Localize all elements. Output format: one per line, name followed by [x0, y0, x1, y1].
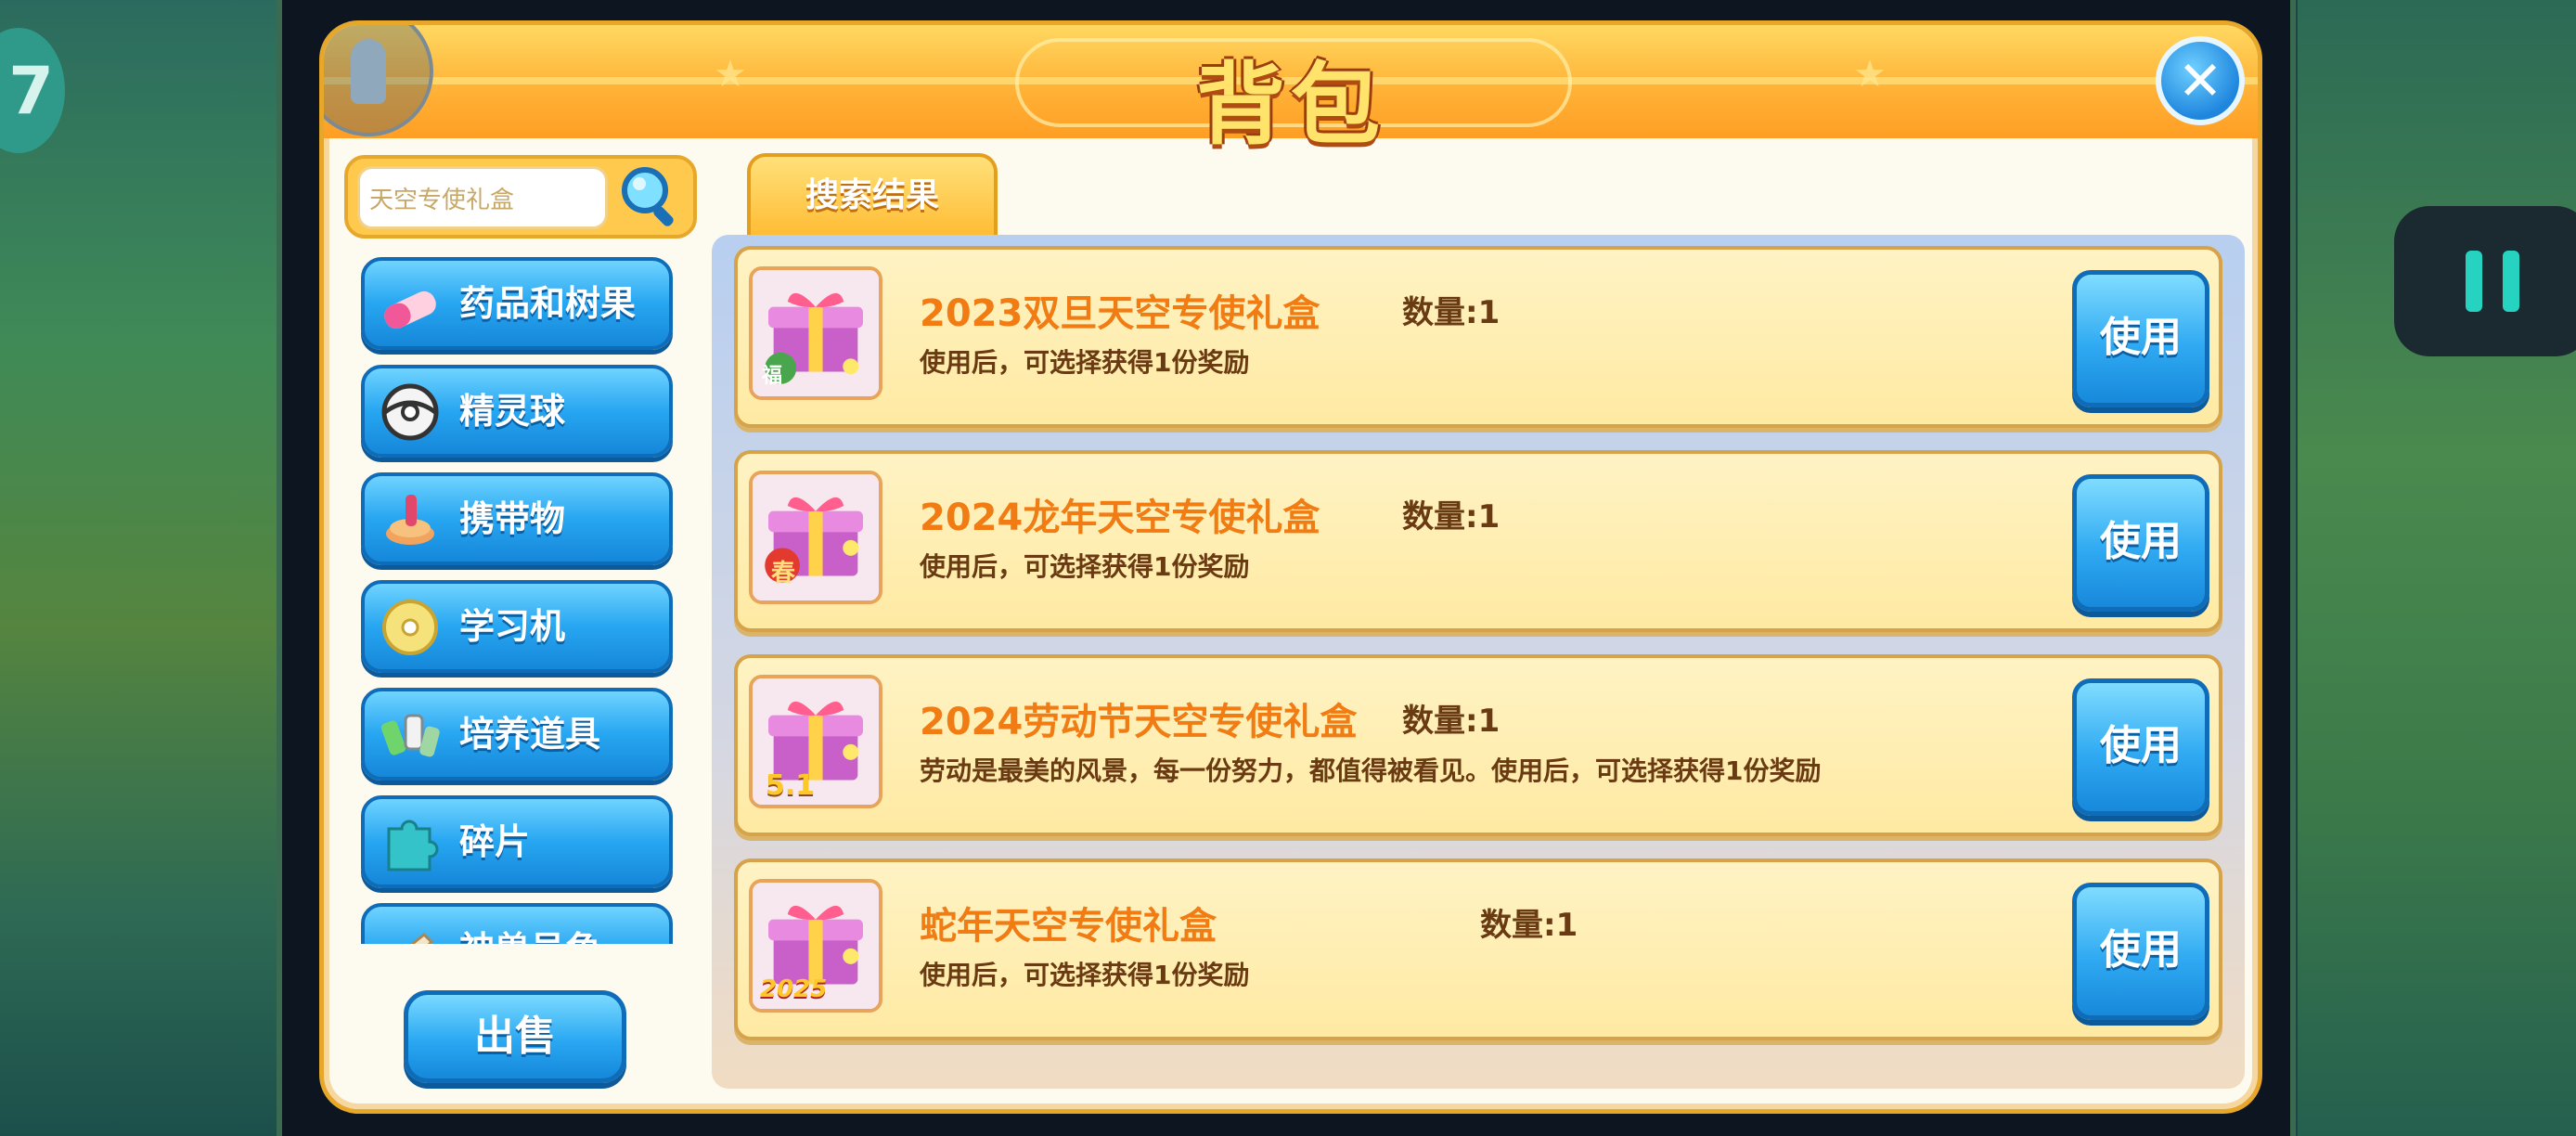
category-label: 精灵球 — [459, 391, 566, 432]
gift-box-icon: 2025 — [749, 879, 882, 1013]
item-list: 福 2023双旦天空专使礼盒 数量:1 使用后，可选择获得1份奖励 使用 春 2… — [712, 235, 2245, 1089]
list-item: 春 2024龙年天空专使礼盒 数量:1 使用后，可选择获得1份奖励 使用 — [734, 450, 2222, 632]
held-item-icon — [386, 495, 434, 545]
medicine-icon — [384, 290, 436, 329]
background-left: 7 — [0, 0, 278, 1136]
category-shard[interactable]: 碎片 — [361, 795, 673, 888]
bag-window: ★ ★ 背包 ✕ 药品和树果 — [277, 0, 2296, 1136]
search-bar — [344, 155, 697, 239]
training-item-icon — [380, 714, 440, 757]
category-pokeball[interactable]: 精灵球 — [361, 365, 673, 458]
use-button[interactable]: 使用 — [2072, 883, 2209, 1020]
disc-icon — [382, 600, 438, 655]
pokeball-icon — [381, 383, 439, 441]
item-name: 2024龙年天空专使礼盒 — [920, 497, 1320, 539]
category-label: 培养道具 — [459, 714, 601, 755]
use-button[interactable]: 使用 — [2072, 270, 2209, 407]
item-quantity: 数量:1 — [1402, 703, 1501, 740]
pause-icon — [2466, 251, 2482, 312]
category-horn[interactable]: 神兽号角 — [361, 903, 673, 944]
category-label: 学习机 — [459, 606, 566, 647]
item-description: 使用后，可选择获得1份奖励 — [920, 347, 1250, 378]
category-tm[interactable]: 学习机 — [361, 580, 673, 673]
gift-box-icon: 5.1 — [749, 675, 882, 808]
list-item: 2025 蛇年天空专使礼盒 数量:1 使用后，可选择获得1份奖励 使用 — [734, 858, 2222, 1040]
list-item: 福 2023双旦天空专使礼盒 数量:1 使用后，可选择获得1份奖励 使用 — [734, 246, 2222, 428]
item-quantity: 数量:1 — [1402, 498, 1501, 536]
category-medicine[interactable]: 药品和树果 — [361, 257, 673, 350]
close-button[interactable]: ✕ — [2156, 36, 2245, 125]
use-button[interactable]: 使用 — [2072, 474, 2209, 612]
item-quantity: 数量:1 — [1402, 294, 1501, 331]
category-training[interactable]: 培养道具 — [361, 688, 673, 781]
category-label: 药品和树果 — [459, 283, 637, 324]
close-icon: ✕ — [2177, 49, 2223, 112]
search-input[interactable] — [357, 166, 608, 229]
pause-button[interactable] — [2394, 206, 2576, 356]
background-right — [2298, 0, 2576, 1136]
category-label: 碎片 — [459, 821, 531, 862]
item-description: 使用后，可选择获得1份奖励 — [920, 551, 1250, 582]
category-list[interactable]: 药品和树果 精灵球 携带物 学习机 培养道具 碎片 — [361, 257, 686, 944]
tab-search-results[interactable]: 搜索结果 — [747, 153, 998, 235]
gift-box-icon: 春 — [749, 471, 882, 604]
puzzle-piece-icon — [387, 820, 439, 871]
bag-panel: ★ ★ 背包 ✕ 药品和树果 — [319, 20, 2262, 1114]
bag-header: ★ ★ 背包 ✕ — [324, 25, 2258, 157]
category-label: 携带物 — [459, 498, 566, 539]
item-quantity: 数量:1 — [1480, 907, 1578, 944]
bag-title: 背包 — [1196, 53, 1385, 157]
list-item: 5.1 2024劳动节天空专使礼盒 数量:1 劳动是最美的风景，每一份努力，都值… — [734, 654, 2222, 836]
horn-icon — [410, 932, 434, 944]
floating-badge[interactable]: 7 — [0, 28, 65, 153]
sell-button[interactable]: 出售 — [404, 990, 626, 1083]
item-name: 蛇年天空专使礼盒 — [920, 905, 1217, 948]
gift-box-icon: 福 — [749, 266, 882, 400]
category-held-item[interactable]: 携带物 — [361, 472, 673, 565]
item-description: 劳动是最美的风景，每一份努力，都值得被看见。使用后，可选择获得1份奖励 — [920, 755, 1822, 786]
item-name: 2024劳动节天空专使礼盒 — [920, 701, 1358, 743]
item-description: 使用后，可选择获得1份奖励 — [920, 960, 1250, 990]
use-button[interactable]: 使用 — [2072, 678, 2209, 816]
item-name: 2023双旦天空专使礼盒 — [920, 292, 1320, 335]
search-icon[interactable] — [615, 161, 686, 231]
category-label: 神兽号角 — [459, 907, 600, 944]
